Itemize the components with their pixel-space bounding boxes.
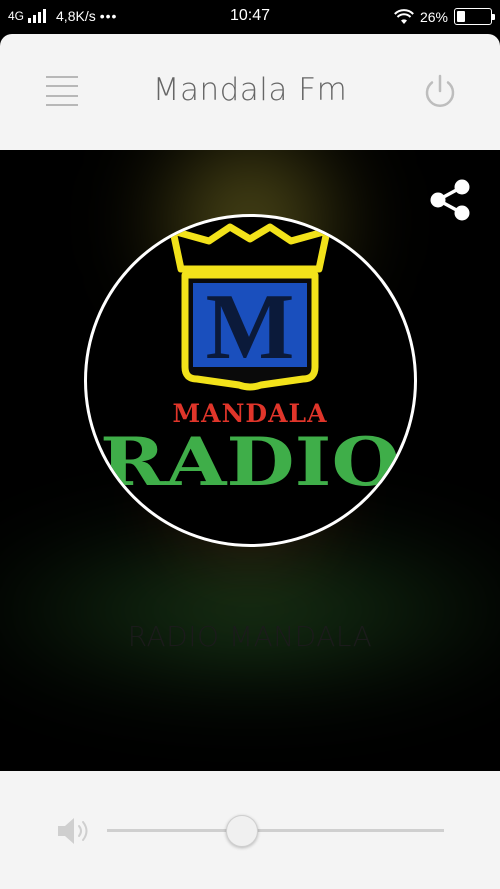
background-glow <box>0 520 500 700</box>
volume-slider[interactable] <box>107 829 444 832</box>
station-name: RADIO MANDALA <box>127 620 373 653</box>
battery-percent: 26% <box>419 8 448 25</box>
power-icon[interactable] <box>420 72 460 112</box>
volume-bar <box>0 771 500 889</box>
logo-text-bottom: RADIO <box>100 423 400 501</box>
status-right: 26% <box>394 8 495 25</box>
logo-letter: M <box>206 275 295 379</box>
player-area: M MANDALA RADIO RADIO MANDALA <box>0 150 500 771</box>
battery-icon <box>454 8 495 25</box>
battery-level <box>457 11 466 22</box>
app-bar: Mandala Fm <box>0 34 500 150</box>
wifi-icon <box>394 8 414 24</box>
share-icon[interactable] <box>426 176 474 224</box>
mandala-radio-logo: M MANDALA RADIO <box>100 223 400 501</box>
status-bar: 4G 4,8K/s ••• 10:47 26% <box>0 0 500 34</box>
station-logo: M MANDALA RADIO <box>84 214 417 547</box>
speaker-icon[interactable] <box>56 815 92 847</box>
volume-slider-thumb[interactable] <box>225 815 258 847</box>
